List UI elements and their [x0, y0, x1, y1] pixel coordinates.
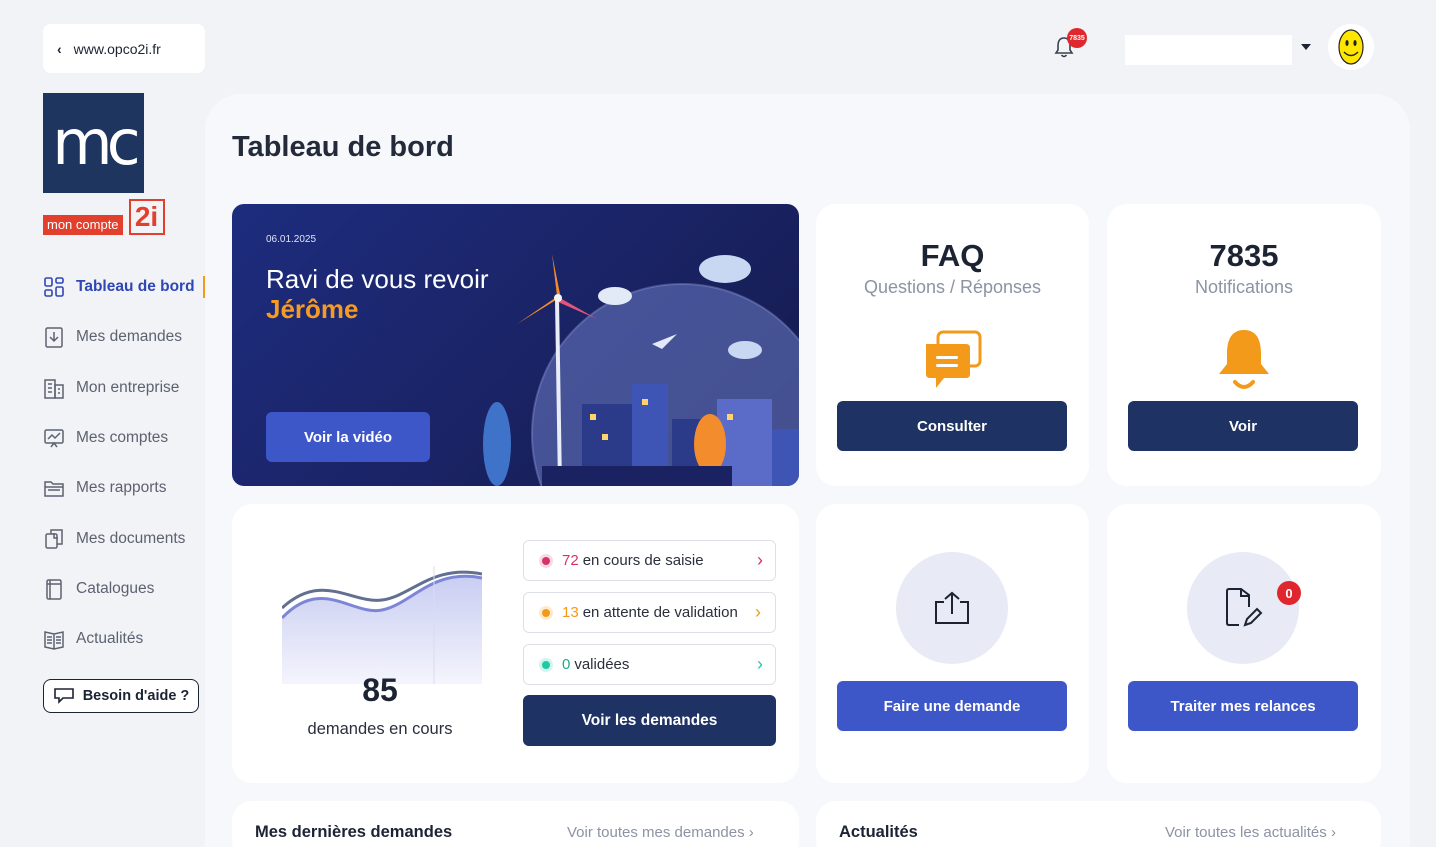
link-label: Voir toutes les actualités: [1165, 824, 1327, 841]
city-globe-illustration: [483, 254, 799, 486]
sidebar-item-mes-demandes[interactable]: Mes demandes: [42, 312, 212, 362]
bell-icon: [1219, 330, 1269, 389]
requests-count: 85: [362, 672, 398, 708]
caret-down-icon[interactable]: [1301, 44, 1311, 50]
external-site-label: www.opco2i.fr: [73, 40, 161, 57]
welcome-banner: 06.01.2025 Ravi de vous revoir Jérôme Vo…: [232, 204, 799, 486]
chat-icon: [53, 688, 74, 704]
chat-bubbles-icon: [926, 330, 982, 388]
view-all-requests-link[interactable]: Voir toutes mes demandes ›: [567, 824, 754, 841]
faq-card: FAQ Questions / Réponses Consulter: [816, 204, 1089, 486]
sidebar-item-label: Mes comptes: [76, 429, 169, 447]
building-icon: [42, 376, 66, 400]
sidebar-item-mes-comptes[interactable]: Mes comptes: [42, 413, 212, 463]
reminders-count-badge: 0: [1277, 581, 1301, 605]
chevron-right-icon: ›: [755, 602, 761, 622]
status-dot: [542, 660, 550, 669]
watch-video-button[interactable]: Voir la vidéo: [266, 412, 430, 462]
notifications-count: 7835: [1209, 238, 1279, 273]
chevron-right-icon: ›: [757, 550, 763, 570]
dashboard-icon: [42, 275, 66, 299]
view-all-news-link[interactable]: Voir toutes les actualités ›: [1165, 824, 1336, 841]
status-count: 72: [562, 552, 579, 569]
status-dot: [542, 608, 550, 617]
status-pending-validation[interactable]: 13 en attente de validation ›: [523, 592, 776, 633]
faq-title: FAQ: [920, 238, 985, 273]
notification-count-badge: 7835: [1067, 28, 1087, 48]
news-card: Actualités Voir toutes les actualités ›: [816, 801, 1381, 847]
sidebar-item-mes-rapports[interactable]: Mes rapports: [42, 463, 212, 513]
help-label: Besoin d'aide ?: [82, 688, 190, 704]
sidebar-item-label: Mon entreprise: [76, 378, 180, 396]
latest-requests-title: Mes dernières demandes: [255, 823, 453, 841]
sidebar-item-label: Mes demandes: [76, 328, 182, 346]
chevron-right-icon: ›: [748, 824, 754, 841]
process-reminders-button[interactable]: Traiter mes relances: [1128, 681, 1358, 731]
logo[interactable]: mc mon compte 2i: [43, 93, 188, 238]
status-label: en attente de validation: [582, 604, 738, 621]
edit-document-icon: [1226, 588, 1263, 627]
catalog-icon: [42, 577, 66, 601]
status-validated[interactable]: 0 validées ›: [523, 644, 776, 685]
logo-mark: mc: [43, 93, 144, 193]
new-request-button[interactable]: Faire une demande: [837, 681, 1067, 731]
help-button[interactable]: Besoin d'aide ?: [43, 679, 199, 713]
edit-doc-icon-circle[interactable]: [1187, 552, 1299, 664]
chevron-right-icon: ›: [757, 654, 763, 674]
sidebar-item-mon-entreprise[interactable]: Mon entreprise: [42, 363, 212, 413]
status-count: 0: [562, 656, 571, 673]
requests-trend-graphic: [282, 566, 482, 684]
news-icon: [42, 627, 66, 651]
sidebar-nav: Tableau de bord Mes demandes Mon entrepr…: [42, 262, 212, 664]
logo-suffix: 2i: [128, 199, 165, 235]
requests-label: demandes en cours: [307, 720, 453, 738]
page-title: Tableau de bord: [232, 131, 454, 163]
upload-icon: [935, 591, 969, 624]
status-in-progress[interactable]: 72 en cours de saisie ›: [523, 540, 776, 581]
chevron-left-icon: ‹: [57, 40, 62, 57]
upload-icon-circle[interactable]: [896, 552, 1008, 664]
status-label: en cours de saisie: [582, 552, 704, 569]
sidebar-item-label: Tableau de bord: [76, 278, 195, 296]
smiley-icon: [1338, 29, 1364, 65]
status-count: 13: [562, 604, 579, 621]
banner-greeting: Ravi de vous revoir: [266, 264, 489, 294]
folder-icon: [42, 476, 66, 500]
status-label: validées: [574, 656, 630, 673]
latest-requests-card: Mes dernières demandes Voir toutes mes d…: [232, 801, 799, 847]
reminders-card: Traiter mes relances: [1107, 504, 1381, 783]
download-doc-icon: [42, 325, 66, 349]
chart-icon: [42, 426, 66, 450]
sidebar-item-tableau-de-bord[interactable]: Tableau de bord: [42, 262, 212, 312]
sidebar-item-label: Catalogues: [76, 579, 155, 597]
sidebar-item-actualites[interactable]: Actualités: [42, 614, 212, 664]
documents-icon: [42, 527, 66, 551]
news-title: Actualités: [839, 823, 918, 841]
banner-user-name: Jérôme: [266, 294, 359, 324]
requests-summary-card: 85 demandes en cours 72 en cours de sais…: [232, 504, 799, 783]
notifications-label: Notifications: [1194, 277, 1294, 297]
faq-consult-button[interactable]: Consulter: [837, 401, 1067, 451]
sidebar-item-catalogues[interactable]: Catalogues: [42, 564, 212, 614]
link-label: Voir toutes mes demandes: [567, 824, 745, 841]
logo-text: mon compte: [43, 215, 123, 235]
avatar[interactable]: [1328, 24, 1374, 70]
notifications-card: 7835 Notifications Voir: [1107, 204, 1381, 486]
user-menu[interactable]: [1125, 35, 1292, 65]
faq-subtitle: Questions / Réponses: [863, 277, 1042, 297]
external-site-link[interactable]: ‹ www.opco2i.fr: [43, 24, 205, 73]
view-requests-button[interactable]: Voir les demandes: [523, 695, 776, 746]
sidebar-item-label: Mes documents: [76, 529, 186, 547]
banner-date: 06.01.2025: [266, 234, 317, 245]
notifications-view-button[interactable]: Voir: [1128, 401, 1358, 451]
sidebar-item-label: Actualités: [76, 630, 144, 648]
status-dot: [542, 556, 550, 565]
sidebar-item-mes-documents[interactable]: Mes documents: [42, 513, 212, 563]
chevron-right-icon: ›: [1330, 824, 1336, 841]
sidebar-item-label: Mes rapports: [76, 479, 167, 497]
new-request-card: Faire une demande: [816, 504, 1089, 783]
